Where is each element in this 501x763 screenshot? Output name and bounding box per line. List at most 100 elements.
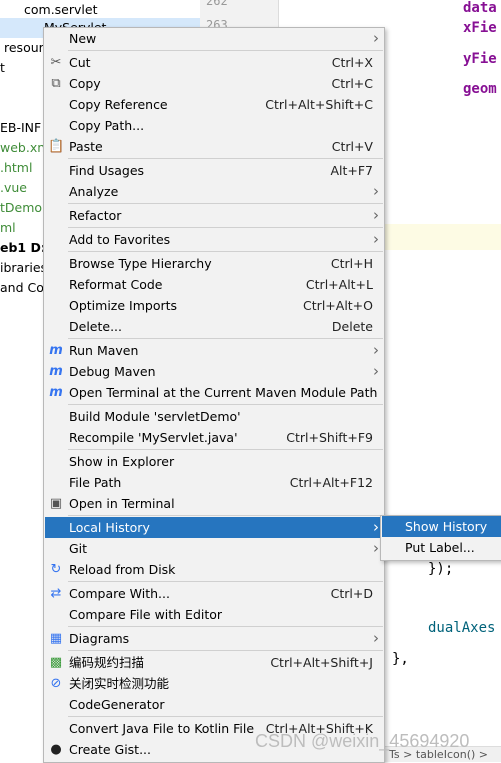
watermark: CSDN @weixin_45694920	[255, 731, 470, 751]
maven-debug-icon: m	[49, 364, 63, 379]
submenu-arrow-icon: ›	[373, 29, 379, 47]
menu-item-build-module-servletdemo[interactable]: Build Module 'servletDemo'	[45, 406, 383, 427]
menu-item-label: File Path	[69, 475, 122, 490]
scan-icon: ▩	[49, 655, 63, 670]
menu-item-open-in-terminal[interactable]: ▣ Open in Terminal	[45, 493, 383, 514]
tree-item-label: tDemo.i	[0, 200, 50, 215]
tree-item-label: resour	[4, 40, 44, 55]
menu-item-shortcut: Ctrl+Alt+Shift+J	[270, 655, 373, 670]
menu-item-show-in-explorer[interactable]: Show in Explorer	[45, 451, 383, 472]
menu-item-label: Create Gist...	[69, 742, 152, 757]
menu-item-shortcut: Delete	[331, 319, 373, 334]
menu-item-codegenerator[interactable]: CodeGenerator	[45, 694, 383, 715]
menu-item-refactor[interactable]: Refactor ›	[45, 205, 383, 226]
maven-terminal-icon: m	[49, 385, 63, 400]
menu-item-copy-reference[interactable]: Copy Reference Ctrl+Alt+Shift+C	[45, 94, 383, 115]
submenu-arrow-icon: ›	[373, 230, 379, 248]
menu-item-compare-file-with-editor[interactable]: Compare File with Editor	[45, 604, 383, 625]
menu-item-diagrams[interactable]: ▦ Diagrams ›	[45, 628, 383, 649]
menu-item-shortcut: Ctrl+V	[331, 139, 373, 154]
menu-item-label: Convert Java File to Kotlin File	[69, 721, 255, 736]
menu-item-label: Copy Path...	[69, 118, 145, 133]
menu-item-label: Compare File with Editor	[69, 607, 223, 622]
menu-separator	[68, 581, 383, 582]
compare-icon: ⇄	[50, 586, 62, 601]
menu-item-shortcut: Ctrl+Shift+F9	[286, 430, 373, 445]
put-label-menu-item[interactable]: Put Label...	[382, 537, 501, 558]
submenu-arrow-icon: ›	[373, 362, 379, 380]
menu-item-add-to-favorites[interactable]: Add to Favorites ›	[45, 229, 383, 250]
menu-item-label: Show in Explorer	[69, 454, 175, 469]
menu-separator	[68, 626, 383, 627]
submenu-arrow-icon: ›	[373, 206, 379, 224]
menu-item-label: 编码规约扫描	[69, 655, 145, 670]
project-tree-item[interactable]: com.servlet	[0, 0, 200, 20]
menu-item-label: Copy	[69, 76, 101, 91]
menu-separator	[68, 404, 383, 405]
code-token: },	[392, 651, 409, 667]
menu-item-label: Cut	[69, 55, 91, 70]
reload-icon: ↻	[50, 562, 62, 577]
menu-item-debug-maven[interactable]: m Debug Maven ›	[45, 361, 383, 382]
menu-item-label: Add to Favorites	[69, 232, 171, 247]
menu-separator	[68, 227, 383, 228]
menu-item-item-29[interactable]: ⊘ 关闭实时检测功能	[45, 673, 383, 694]
menu-item-label: Find Usages	[69, 163, 145, 178]
menu-item-item-28[interactable]: ▩ 编码规约扫描 Ctrl+Alt+Shift+J	[45, 652, 383, 673]
show-history-menu-item[interactable]: Show History	[382, 516, 501, 537]
tree-item-label: com.servlet	[24, 2, 98, 17]
code-token: data	[463, 0, 497, 16]
menu-item-reformat-code[interactable]: Reformat Code Ctrl+Alt+L	[45, 274, 383, 295]
menu-item-local-history[interactable]: Local History ›	[45, 517, 383, 538]
menu-item-label: Open in Terminal	[69, 496, 175, 511]
menu-item-file-path[interactable]: File Path Ctrl+Alt+F12	[45, 472, 383, 493]
menu-item-cut[interactable]: ✂ Cut Ctrl+X	[45, 52, 383, 73]
menu-item-open-terminal-at-the-current-maven-module-path[interactable]: m Open Terminal at the Current Maven Modu…	[45, 382, 383, 403]
menu-item-label: Reformat Code	[69, 277, 163, 292]
menu-item-label: 关闭实时检测功能	[69, 676, 170, 691]
menu-item-analyze[interactable]: Analyze ›	[45, 181, 383, 202]
menu-item-shortcut: Ctrl+Alt+O	[303, 298, 373, 313]
maven-run-icon: m	[49, 343, 63, 358]
menu-item-git[interactable]: Git ›	[45, 538, 383, 559]
tree-item-label: .html	[0, 160, 33, 175]
menu-item-compare-with[interactable]: ⇄ Compare With... Ctrl+D	[45, 583, 383, 604]
menu-separator	[68, 716, 383, 717]
menu-separator	[68, 338, 383, 339]
menu-item-label: Diagrams	[69, 631, 130, 646]
submenu-arrow-icon: ›	[373, 629, 379, 647]
menu-item-copy[interactable]: ⧉ Copy Ctrl+C	[45, 73, 383, 94]
menu-item-optimize-imports[interactable]: Optimize Imports Ctrl+Alt+O	[45, 295, 383, 316]
submenu-arrow-icon: ›	[373, 341, 379, 359]
menu-item-label: Optimize Imports	[69, 298, 178, 313]
tree-item-label: web.xn	[0, 140, 46, 155]
menu-separator	[68, 203, 383, 204]
menu-item-label: Build Module 'servletDemo'	[69, 409, 241, 424]
menu-item-run-maven[interactable]: m Run Maven ›	[45, 340, 383, 361]
menu-item-label: Debug Maven	[69, 364, 156, 379]
code-token: xFie	[463, 20, 497, 36]
menu-item-paste[interactable]: 📋 Paste Ctrl+V	[45, 136, 383, 157]
menu-item-reload-from-disk[interactable]: ↻ Reload from Disk	[45, 559, 383, 580]
menu-item-label: Paste	[69, 139, 103, 154]
menu-item-shortcut: Ctrl+D	[330, 586, 373, 601]
menu-item-delete[interactable]: Delete... Delete	[45, 316, 383, 337]
menu-item-shortcut: Ctrl+Alt+L	[305, 277, 373, 292]
code-token: dualAxes	[428, 620, 496, 636]
menu-item-label: Open Terminal at the Current Maven Modul…	[69, 385, 378, 400]
menu-item-recompile-myservlet-java[interactable]: Recompile 'MyServlet.java' Ctrl+Shift+F9	[45, 427, 383, 448]
menu-item-browse-type-hierarchy[interactable]: Browse Type Hierarchy Ctrl+H	[45, 253, 383, 274]
menu-item-find-usages[interactable]: Find Usages Alt+F7	[45, 160, 383, 181]
menu-item-shortcut: Ctrl+Alt+F12	[289, 475, 373, 490]
menu-item-shortcut: Ctrl+X	[331, 55, 373, 70]
tree-item-label: .vue	[0, 180, 27, 195]
menu-item-new[interactable]: New ›	[45, 28, 383, 49]
forbidden-icon: ⊘	[50, 676, 62, 691]
menu-item-copy-path[interactable]: Copy Path...	[45, 115, 383, 136]
menu-item-label: New	[69, 31, 97, 46]
code-token: });	[428, 561, 454, 577]
menu-item-label: CodeGenerator	[69, 697, 165, 712]
line-number: 262	[206, 0, 228, 8]
menu-separator	[68, 650, 383, 651]
menu-separator	[68, 50, 383, 51]
